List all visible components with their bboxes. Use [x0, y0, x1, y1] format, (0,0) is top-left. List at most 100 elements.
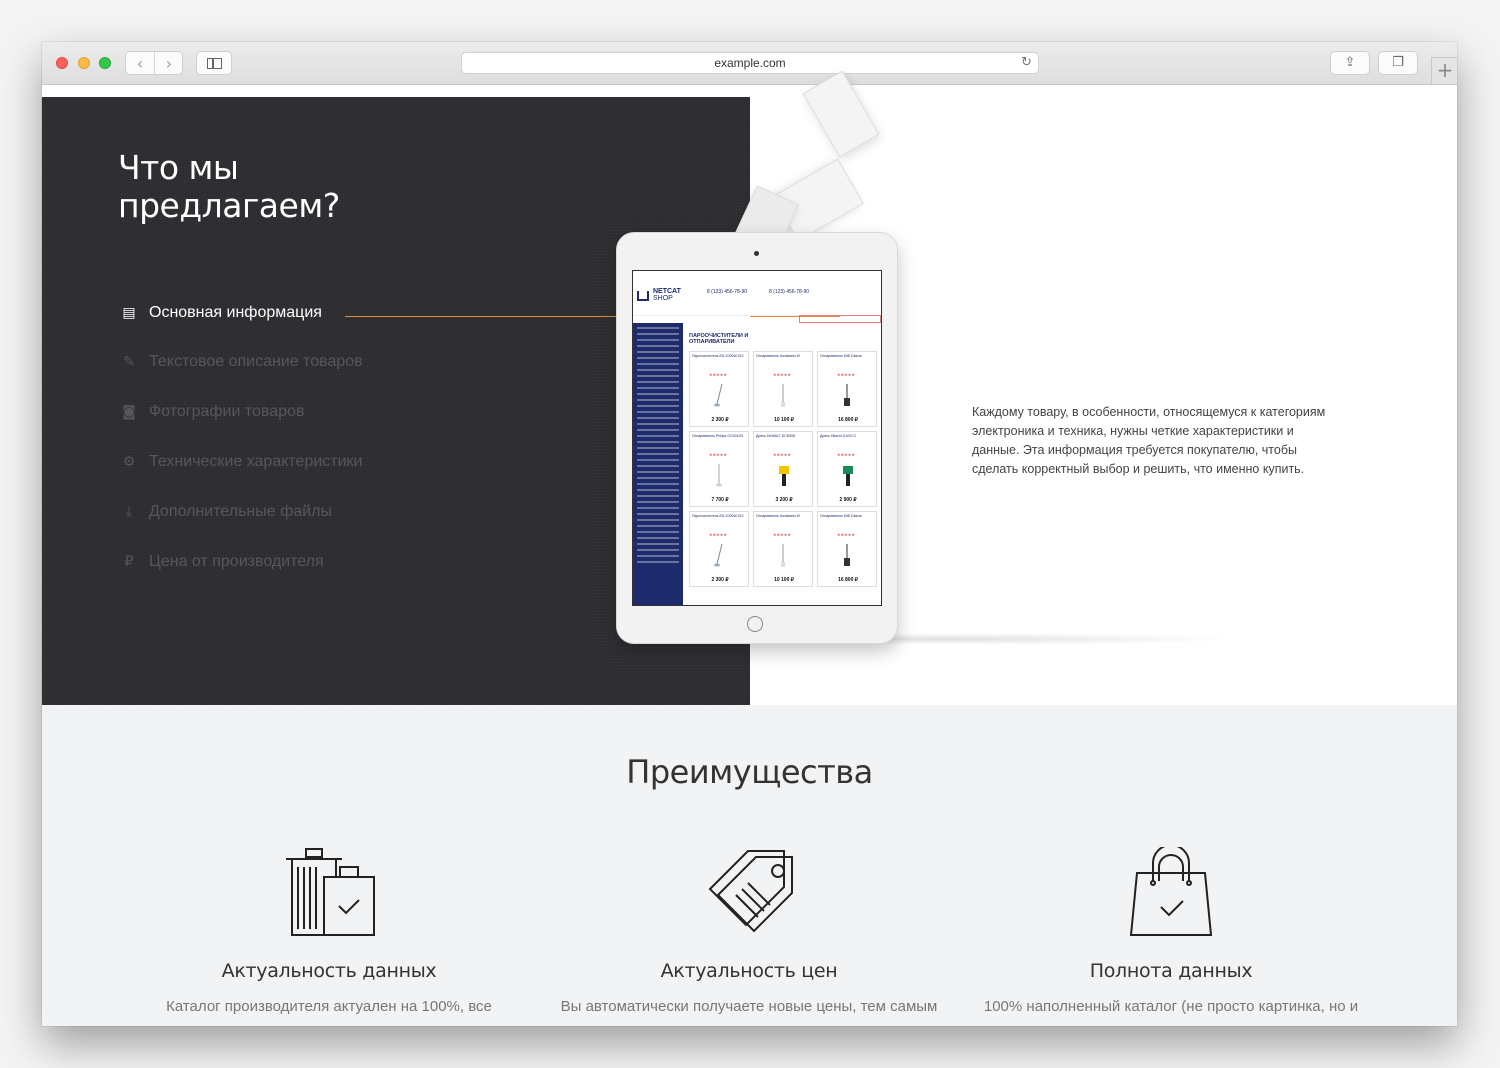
shop-phone: 8 (123) 456-78-90 — [769, 289, 810, 295]
product-image — [714, 543, 723, 567]
shop-header: NETCAT SHOP 8 (123) 456-78-90 8 (123) 45… — [633, 271, 881, 316]
menu-item-label: Дополнительные файлы — [149, 503, 332, 520]
product-rating: ★★★★★ — [773, 452, 791, 457]
share-icon: ⇪ — [1344, 55, 1356, 70]
zoom-window-button[interactable] — [99, 57, 111, 69]
sidebar-toggle-button[interactable] — [196, 51, 232, 75]
product-price: 3 200 ₽ — [775, 497, 793, 503]
download-icon: ⤓ — [125, 504, 133, 520]
minimize-window-button[interactable] — [78, 57, 90, 69]
product-card: Пароочиститель EN-1000W-012 ★★★★★ 2 300 … — [689, 511, 749, 587]
shop-brand: NETCAT SHOP — [653, 288, 681, 302]
product-image — [844, 384, 850, 406]
menu-item-label: Цена от производителя — [149, 553, 324, 570]
hero-section: Что мы предлагаем? ▤ Основная информация… — [42, 70, 1457, 705]
product-price: 16 800 ₽ — [838, 417, 858, 423]
shop-category-heading: ПАРООЧИСТИТЕЛИ И ОТПАРИВАТЕЛИ — [689, 333, 749, 345]
tablet-mockup: NETCAT SHOP 8 (123) 456-78-90 8 (123) 45… — [616, 232, 898, 644]
product-image — [716, 464, 722, 487]
tabs-icon: ❐ — [1392, 55, 1404, 70]
advantage-title: Актуальность цен — [660, 960, 838, 982]
advantage-text: Вы автоматически получаете новые цены, т… — [560, 998, 938, 1015]
product-rating: ★★★★★ — [709, 372, 727, 377]
product-image — [781, 384, 785, 407]
product-image — [779, 466, 789, 486]
menu-item-text-description[interactable]: ✎ Текстовое описание товаров — [118, 353, 363, 371]
menu-item-label: Основная информация — [149, 304, 322, 321]
product-card: Отпариватель Assistants M ★★★★★ 10 100 ₽ — [753, 351, 813, 427]
active-indicator-line-extension — [750, 316, 840, 317]
product-rating: ★★★★★ — [837, 532, 855, 537]
back-icon[interactable]: ‹ — [126, 52, 155, 74]
product-rating: ★★★★★ — [837, 452, 855, 457]
product-rating: ★★★★★ — [837, 372, 855, 377]
ruble-icon: ₽ — [124, 554, 134, 570]
product-name: Отпариватель Assistants M — [756, 514, 800, 518]
shop-sidebar — [633, 323, 683, 605]
price-tags-icon — [708, 850, 793, 933]
tablet-camera — [754, 251, 759, 256]
product-card: Отпариватель MIE Deluxe ★★★★★ 16 800 ₽ — [817, 351, 877, 427]
menu-item-label: Текстовое описание товаров — [149, 353, 363, 370]
hero-title-line1: Что мы — [118, 148, 239, 187]
product-price: 2 300 ₽ — [711, 417, 729, 423]
advantage-title: Полнота данных — [1089, 960, 1253, 982]
product-image — [843, 466, 853, 486]
product-rating: ★★★★★ — [773, 372, 791, 377]
product-name: Отпариватель MIE Deluxe — [820, 514, 863, 518]
tablet-screen: NETCAT SHOP 8 (123) 456-78-90 8 (123) 45… — [632, 270, 882, 606]
product-name: Дрель Hitachi D10VC2 — [820, 434, 856, 438]
product-card: Дрель DeWALT DCD908 ★★★★★ 3 200 ₽ — [753, 431, 813, 507]
product-name: Пароочиститель EN-1000W-012 — [692, 354, 744, 358]
trash-check-icon — [286, 848, 375, 936]
forward-icon[interactable]: › — [155, 52, 183, 74]
pencil-icon: ✎ — [123, 354, 135, 370]
sidebar-icon — [207, 58, 222, 69]
new-tab-button[interactable]: + — [1431, 57, 1457, 84]
product-name: Дрель DeWALT DCD908 — [756, 434, 796, 438]
hero-title: Что мы предлагаем? — [118, 149, 340, 225]
menu-item-photos[interactable]: ◙ Фотографии товаров — [118, 403, 304, 421]
menu-item-main-info[interactable]: ▤ Основная информация — [118, 304, 322, 322]
product-name: Отпариватель Assistants M — [756, 354, 800, 358]
product-price: 10 100 ₽ — [774, 417, 794, 423]
camera-icon: ◙ — [122, 404, 136, 420]
gear-icon: ⚙ — [122, 454, 136, 470]
close-window-button[interactable] — [56, 57, 68, 69]
product-image — [844, 544, 850, 566]
reload-icon[interactable]: ↻ — [1021, 53, 1032, 73]
product-name: Отпариватель MIE Deluxe — [820, 354, 863, 358]
product-card: Отпариватель Philips GC524/20 ★★★★★ 7 70… — [689, 431, 749, 507]
product-rating: ★★★★★ — [709, 532, 727, 537]
product-card: Отпариватель MIE Deluxe ★★★★★ 16 800 ₽ — [817, 511, 877, 587]
url-text: example.com — [714, 56, 786, 70]
tabs-overview-button[interactable]: ❐ — [1378, 51, 1418, 75]
menu-item-label: Технические характеристики — [149, 453, 363, 470]
product-card: Пароочиститель EN-1000W-012 ★★★★★ 2 300 … — [689, 351, 749, 427]
shopping-bag-icon — [1129, 847, 1213, 936]
product-rating: ★★★★★ — [709, 452, 727, 457]
menu-item-price[interactable]: ₽ Цена от производителя — [118, 553, 324, 571]
product-card: Отпариватель Assistants M ★★★★★ 10 100 ₽ — [753, 511, 813, 587]
advantage-text: Каталог производителя актуален на 100%, … — [166, 998, 492, 1015]
shop-logo-icon — [637, 291, 649, 301]
shop-brand-line1: NETCAT — [653, 288, 681, 295]
shop-brand-line2: SHOP — [653, 295, 673, 302]
menu-item-files[interactable]: ⤓ Дополнительные файлы — [118, 503, 332, 521]
tablet-home-button — [747, 616, 763, 632]
shop-phone: 8 (123) 456-78-90 — [707, 289, 748, 295]
product-name: Пароочиститель EN-1000W-012 — [692, 514, 744, 518]
product-price: 16 800 ₽ — [838, 577, 858, 583]
menu-item-specs[interactable]: ⚙ Технические характеристики — [118, 453, 363, 471]
hero-description: Каждому товару, в особенности, относящем… — [972, 404, 1326, 476]
hero-title-line2: предлагаем? — [118, 186, 340, 225]
product-name: Отпариватель Philips GC524/20 — [692, 434, 744, 438]
address-bar[interactable]: example.com ↻ — [461, 52, 1039, 74]
advantages-title: Преимущества — [626, 753, 873, 791]
browser-toolbar: ‹ › example.com ↻ ⇪ ❐ + — [42, 42, 1457, 85]
share-button[interactable]: ⇪ — [1330, 51, 1370, 75]
advantage-text: 100% наполненный каталог (не просто карт… — [983, 998, 1359, 1015]
advantage-title: Актуальность данных — [221, 960, 437, 982]
product-price: 10 100 ₽ — [774, 577, 794, 583]
document-icon: ▤ — [122, 305, 136, 321]
